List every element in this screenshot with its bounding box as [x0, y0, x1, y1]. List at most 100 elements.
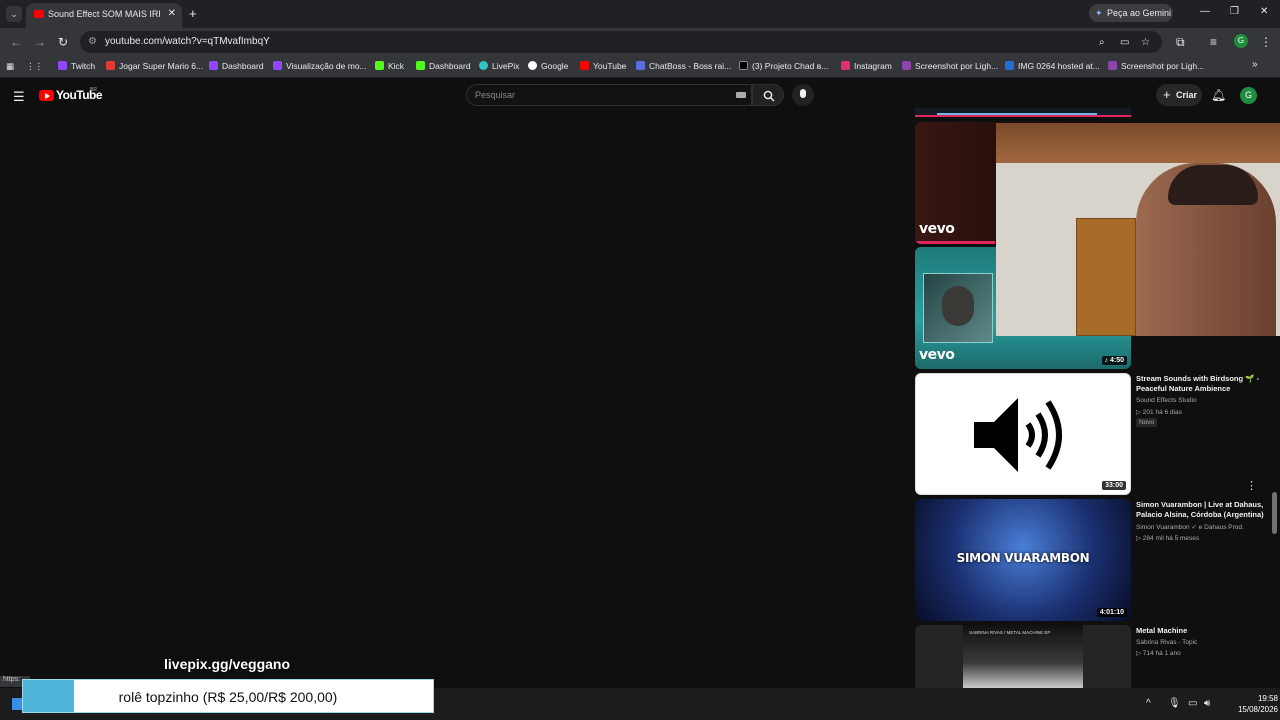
partial-thumbnail[interactable] — [915, 108, 1131, 117]
twitch-icon — [209, 61, 218, 70]
gemini-button[interactable]: ✦ Peça ao Gemini — [1089, 4, 1173, 22]
cast-icon[interactable]: ▭ — [1120, 37, 1129, 48]
hand-cursor-icon: ☝ — [1072, 392, 1080, 406]
watched-bar — [915, 241, 995, 244]
video-title[interactable]: Simon Vuarambon | Live at Dahaus, Palaci… — [1136, 500, 1266, 520]
gemini-sparkle-icon: ✦ — [1095, 8, 1103, 18]
microphone-icon — [800, 89, 806, 98]
video-title[interactable]: Stream Sounds with Birdsong 🌱 - Peaceful… — [1136, 374, 1266, 394]
channel-name[interactable]: Simon Vuarambon ✓ e Dahaus Prod. — [1136, 523, 1244, 531]
lightshot-icon — [1108, 61, 1117, 70]
duration-badge: 4:01:10 — [1096, 608, 1127, 617]
network-icon[interactable]: ▭ — [1188, 698, 1197, 709]
tray-chevron-icon[interactable]: ^ — [1146, 698, 1151, 709]
close-window-icon[interactable]: ✕ — [1260, 6, 1268, 17]
video-thumbnail[interactable]: SABRINA RIVAS / METAL MACHINE EP — [915, 625, 1131, 688]
toolbar: ← → ↻ ⚙ youtube.com/watch?v=qTMvafImbqY … — [0, 28, 1280, 56]
bookmark-livepix[interactable]: LivePix — [479, 61, 519, 71]
bookmark-dashboard-twitch[interactable]: Dashboard — [209, 61, 264, 71]
duration-badge: ♪ 4:50 — [1101, 356, 1127, 365]
close-tab-icon[interactable]: ✕ — [168, 8, 176, 19]
gemini-label: Peça ao Gemini — [1107, 8, 1172, 18]
minimize-icon[interactable]: — — [1200, 6, 1210, 17]
bookmark-visualizacao[interactable]: Visualização de mo... — [273, 61, 367, 71]
hair — [1168, 165, 1258, 205]
duration-badge: 33:00 — [1102, 481, 1126, 490]
extensions-icon[interactable]: ⧉ — [1176, 35, 1185, 50]
back-icon[interactable]: ← — [10, 35, 22, 49]
portrait-image — [942, 286, 974, 326]
search-button[interactable] — [752, 84, 784, 106]
bookmark-screenshot-2[interactable]: Screenshot por Ligh... — [1108, 61, 1204, 71]
bookmark-label: Screenshot por Ligh... — [915, 61, 999, 71]
restore-icon[interactable]: ❐ — [1230, 6, 1239, 17]
video-thumbnail[interactable]: SIMON VUARAMBON 4:01:10 — [915, 499, 1131, 621]
clock-time[interactable]: 19:58 — [1240, 694, 1278, 703]
wardrobe — [1076, 218, 1136, 336]
google-icon — [528, 61, 537, 70]
channel-name[interactable]: Sound Effects Studio — [1136, 397, 1197, 404]
bookmark-screenshot-1[interactable]: Screenshot por Ligh... — [902, 61, 998, 71]
keyboard-icon[interactable] — [736, 92, 746, 98]
reload-icon[interactable]: ↻ — [58, 35, 68, 49]
bookmark-twitch[interactable]: Twitch — [58, 61, 95, 71]
bookmark-chatboss[interactable]: ChatBoss - Boss rai... — [636, 61, 731, 71]
bookmark-projeto-chad[interactable]: (3) Projeto Chad в... — [739, 61, 828, 71]
more-bookmarks-icon[interactable]: » — [1252, 59, 1258, 70]
create-button[interactable]: + Criar — [1156, 84, 1202, 106]
search-input[interactable]: Pesquisar — [466, 84, 752, 106]
voice-search-button[interactable] — [792, 84, 814, 106]
search-placeholder: Pesquisar — [475, 90, 516, 100]
bookmark-mario[interactable]: Jogar Super Mario 6... — [106, 61, 203, 71]
bookmark-label: Twitch — [71, 61, 96, 71]
donation-goal-bar: rolê topzinho (R$ 25,00/R$ 200,00) — [22, 679, 434, 713]
album-cover-text: SABRINA RIVAS / METAL MACHINE EP — [969, 630, 1051, 635]
active-tab[interactable]: Sound Effect SOM MAIS IRRITANTE ✕ — [26, 3, 182, 28]
menu-icon[interactable]: ☰ — [13, 89, 25, 105]
bookmark-star-icon[interactable]: ☆ — [1141, 37, 1150, 48]
zoom-icon[interactable]: ⌕ — [1099, 37, 1105, 48]
bookmark-google[interactable]: Google — [528, 61, 568, 71]
new-tab-icon[interactable]: + — [189, 6, 197, 21]
address-bar[interactable]: ⚙ youtube.com/watch?v=qTMvafImbqY ⌕ ▭ ☆ — [80, 31, 1162, 53]
volume-icon[interactable]: 🔊︎ — [1204, 698, 1210, 709]
bookmark-instagram[interactable]: Instagram — [841, 61, 892, 71]
wooden-ceiling — [996, 123, 1280, 163]
user-avatar[interactable]: G — [1240, 87, 1257, 104]
more-actions-icon[interactable]: ⋮ — [1246, 479, 1257, 492]
youtube-logo-icon[interactable] — [39, 90, 54, 101]
forward-icon[interactable]: → — [34, 35, 46, 49]
microphone-tray-icon[interactable]: 🎙︎ — [1168, 698, 1181, 709]
bookmark-label: Google — [541, 61, 569, 71]
new-badge: Novo — [1136, 418, 1158, 427]
kick-icon — [375, 61, 384, 70]
bookmark-img-hosted[interactable]: IMG 0264 hosted at... — [1005, 61, 1100, 71]
watched-bar — [915, 115, 1131, 117]
media-control-icon[interactable]: ≡ — [1210, 35, 1217, 49]
site-info-icon[interactable]: ⚙ — [88, 36, 97, 47]
bookmark-label: Screenshot por Ligh... — [1121, 61, 1205, 71]
apps-icon[interactable]: ▦ — [6, 61, 14, 72]
bookmark-label: IMG 0264 hosted at... — [1018, 61, 1100, 71]
speaker-icon — [974, 398, 1062, 472]
album-cover: SABRINA RIVAS / METAL MACHINE EP — [963, 625, 1083, 688]
browser-profile-avatar[interactable]: G — [1234, 34, 1248, 48]
chrome-menu-icon[interactable]: ⋮ — [1260, 35, 1272, 49]
channel-name[interactable]: Sabrina Rivas - Topic — [1136, 639, 1197, 646]
twitch-icon — [58, 61, 67, 70]
youtube-favicon-icon — [34, 10, 44, 18]
bookmark-youtube[interactable]: YouTube — [580, 61, 626, 71]
video-title[interactable]: Metal Machine — [1136, 626, 1266, 636]
video-thumbnail[interactable]: 33:00 — [915, 373, 1131, 495]
notifications-bell-icon[interactable]: 🔔︎ — [1211, 88, 1226, 102]
bookmark-kick[interactable]: Kick — [375, 61, 404, 71]
webcam-overlay — [996, 123, 1280, 336]
bookmark-dashboard-kick[interactable]: Dashboard — [416, 61, 471, 71]
thumbnail-text: SIMON VUARAMBON — [956, 551, 1090, 565]
tab-search-icon[interactable]: ⌄ — [6, 6, 22, 22]
clock-date[interactable]: 15/08/2026 — [1222, 705, 1278, 714]
scrollbar[interactable] — [1272, 492, 1277, 534]
bookmark-label: Dashboard — [222, 61, 264, 71]
all-bookmarks-icon[interactable]: ⋮⋮ — [26, 61, 43, 72]
bookmark-label: Visualização de mo... — [286, 61, 367, 71]
